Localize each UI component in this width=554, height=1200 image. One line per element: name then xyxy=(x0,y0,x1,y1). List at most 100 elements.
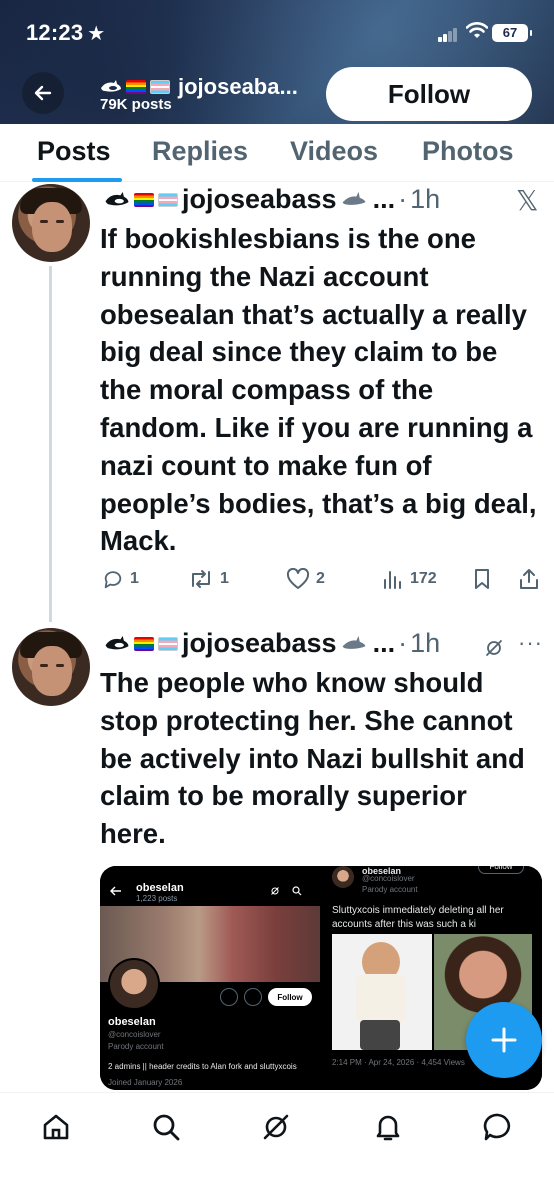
post-1[interactable]: jojoseabass ... · 1h 𝕏 If bookishlesbian… xyxy=(0,182,554,622)
orca-emoji-icon xyxy=(101,80,121,92)
post-text: If bookishlesbians is the one running th… xyxy=(100,223,537,557)
more-icon xyxy=(220,988,238,1006)
post-meta: jojoseabass ... · 1h xyxy=(104,628,440,659)
rainbow-flag-icon xyxy=(126,80,146,94)
rainbow-flag-icon xyxy=(134,636,154,651)
trans-flag-icon xyxy=(150,80,170,94)
header-display-name: jojoseaba... xyxy=(178,74,298,99)
x-logo-icon: 𝕏 xyxy=(516,185,539,216)
grok-icon xyxy=(263,1114,289,1140)
screenshot-handle: @concoislover xyxy=(362,874,415,883)
profile-header: 12:23 ★ 67 jojoseaba... 79K posts Follow xyxy=(0,0,554,124)
media-image-profile-screenshot[interactable]: obeselan 1,223 posts Follow obeselan @co… xyxy=(100,866,320,1090)
display-name[interactable]: jojoseabass xyxy=(182,184,337,215)
rainbow-flag-icon xyxy=(134,192,154,207)
shark-emoji-icon xyxy=(342,635,366,649)
tab-videos[interactable]: Videos xyxy=(290,136,378,167)
screenshot-avatar xyxy=(332,866,354,888)
screenshot-meta: 2:14 PM · Apr 24, 2026 · 4,454 Views xyxy=(332,1058,465,1067)
post-time[interactable]: 1h xyxy=(410,184,440,215)
grok-icon[interactable] xyxy=(484,638,504,658)
name-truncation: ... xyxy=(372,184,396,214)
separator: · xyxy=(398,184,408,214)
post-actions: 1 1 2 172 xyxy=(100,568,544,598)
like-button[interactable]: 2 xyxy=(286,568,325,590)
screenshot-joined: Joined January 2026 xyxy=(108,1078,183,1087)
nav-home[interactable] xyxy=(36,1107,76,1147)
avatar[interactable] xyxy=(12,628,90,706)
repost-icon xyxy=(192,570,210,588)
screenshot-follow: Follow xyxy=(478,866,524,874)
search-icon xyxy=(153,1114,180,1141)
name-truncation: ... xyxy=(372,628,396,658)
screenshot-handle: @concoislover xyxy=(108,1030,161,1039)
tab-posts[interactable]: Posts xyxy=(37,136,111,167)
orca-emoji-icon xyxy=(105,635,129,649)
avatar[interactable] xyxy=(12,184,90,262)
bookmark-icon xyxy=(475,569,489,589)
header-posts-count: 79K posts xyxy=(100,96,172,113)
screenshot-avatar xyxy=(108,958,160,1010)
screenshot-parody: Parody account xyxy=(362,885,418,894)
follow-button[interactable]: Follow xyxy=(326,67,532,121)
reply-count: 1 xyxy=(130,570,139,587)
screenshot-photo-1 xyxy=(332,934,432,1050)
thread-line xyxy=(49,266,52,622)
like-count: 2 xyxy=(316,570,325,587)
tab-photos[interactable]: Photos xyxy=(422,136,514,167)
home-icon xyxy=(43,1114,69,1140)
arrow-left-icon xyxy=(34,85,52,101)
nav-search[interactable] xyxy=(146,1107,186,1147)
battery-icon: 67 xyxy=(492,24,532,42)
screenshot-text: Sluttyxcois immediately deleting all her… xyxy=(332,905,504,930)
share-icon xyxy=(520,569,538,589)
screenshot-title: obeselan xyxy=(136,882,184,894)
shark-emoji-icon xyxy=(342,191,366,205)
heart-icon xyxy=(286,568,310,589)
battery-level: 67 xyxy=(502,25,518,40)
reply-icon xyxy=(104,571,122,589)
screenshot-bio: 2 admins || header credits to Alan fork … xyxy=(108,1062,297,1071)
views-icon xyxy=(384,571,401,589)
bell-icon xyxy=(376,1115,400,1141)
reply-button[interactable]: 1 xyxy=(102,568,139,590)
post-time[interactable]: 1h xyxy=(410,628,440,659)
screenshot-parody: Parody account xyxy=(108,1042,164,1051)
nav-messages[interactable] xyxy=(478,1107,518,1147)
post-meta: jojoseabass ... · 1h xyxy=(104,184,440,215)
trans-flag-icon xyxy=(158,192,178,207)
grok-icon xyxy=(244,988,262,1006)
profile-tabs: Posts Replies Videos Photos xyxy=(0,124,554,182)
bookmark-button[interactable] xyxy=(472,568,492,590)
post-text: The people who know should stop protecti… xyxy=(100,667,525,850)
screenshot-name: obeselan xyxy=(108,1016,156,1028)
plus-icon xyxy=(491,1027,517,1053)
screenshot-follow: Follow xyxy=(268,988,312,1006)
message-icon xyxy=(483,1113,511,1141)
status-bar: 12:23 ★ 67 xyxy=(0,0,554,64)
nav-grok[interactable] xyxy=(256,1107,296,1147)
grok-icon xyxy=(271,887,279,895)
back-arrow-icon xyxy=(110,886,121,896)
more-options-icon[interactable]: ··· xyxy=(518,630,543,656)
signal-icon xyxy=(438,28,458,42)
star-icon: ★ xyxy=(87,23,106,45)
bottom-navigation xyxy=(0,1092,554,1200)
back-button[interactable] xyxy=(22,72,64,114)
repost-button[interactable]: 1 xyxy=(188,568,229,590)
nav-notifications[interactable] xyxy=(368,1107,408,1147)
screenshot-posts: 1,223 posts xyxy=(136,894,178,903)
repost-count: 1 xyxy=(220,570,229,587)
views-count: 172 xyxy=(410,570,437,587)
views-button[interactable]: 172 xyxy=(382,568,437,590)
status-time: 12:23 ★ xyxy=(26,20,105,46)
compose-button[interactable] xyxy=(466,1002,542,1078)
search-icon xyxy=(292,886,302,896)
orca-emoji-icon xyxy=(105,191,129,205)
wifi-icon xyxy=(466,22,488,38)
share-button[interactable] xyxy=(518,568,540,590)
separator: · xyxy=(398,628,408,658)
tab-replies[interactable]: Replies xyxy=(152,136,248,167)
time-text: 12:23 xyxy=(26,20,84,45)
display-name[interactable]: jojoseabass xyxy=(182,628,337,659)
